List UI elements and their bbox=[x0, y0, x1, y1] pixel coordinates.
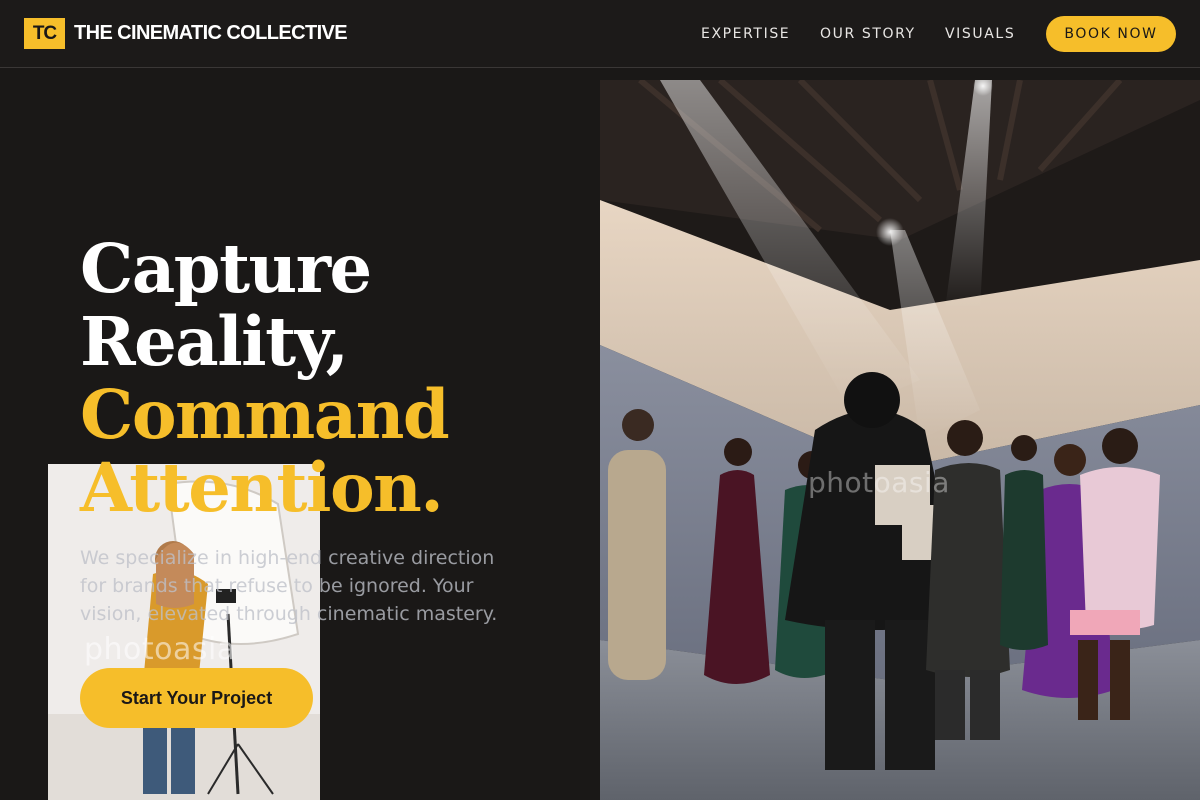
hero-photo-illustration bbox=[600, 80, 1200, 800]
headline-line-1: Capture bbox=[80, 229, 372, 308]
site-header: TC THE CINEMATIC COLLECTIVE EXPERTISE OU… bbox=[0, 0, 1200, 68]
hero-watermark: photoasia bbox=[808, 466, 950, 499]
logo-mark[interactable]: TC bbox=[24, 18, 65, 49]
book-now-button[interactable]: BOOK NOW bbox=[1046, 16, 1176, 52]
start-project-button[interactable]: Start Your Project bbox=[80, 668, 313, 728]
hero-subcopy: We specialize in high-end creative direc… bbox=[80, 547, 498, 625]
headline-line-2: Reality, bbox=[80, 302, 349, 381]
nav-link-visuals[interactable]: VISUALS bbox=[945, 26, 1015, 42]
nav-link-expertise[interactable]: EXPERTISE bbox=[701, 26, 790, 42]
hero-photo: photoasia bbox=[600, 80, 1200, 800]
nav-link-our-story[interactable]: OUR STORY bbox=[820, 26, 916, 42]
hero-headline: Capture Reality, Command Attention. bbox=[80, 229, 450, 527]
headline-line-4: Attention. bbox=[80, 448, 444, 527]
brand-name[interactable]: THE CINEMATIC COLLECTIVE bbox=[74, 22, 348, 45]
headline-line-3: Command bbox=[80, 375, 450, 454]
inset-watermark: photoasia bbox=[84, 632, 236, 667]
